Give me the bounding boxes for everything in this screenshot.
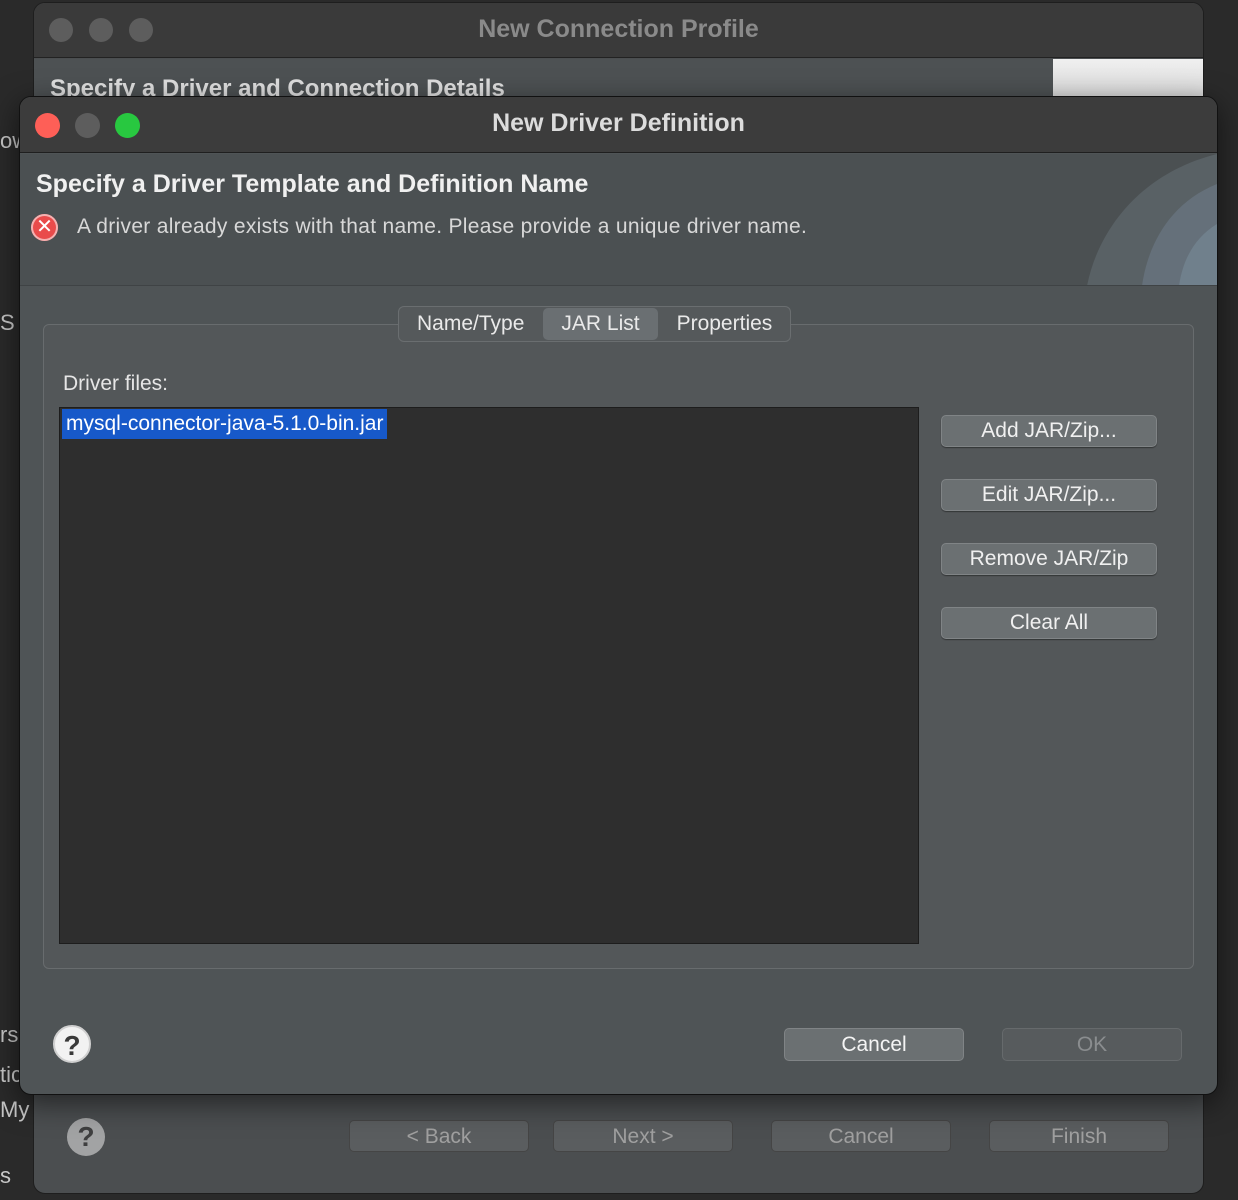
dialog-cancel-button[interactable]: Cancel bbox=[784, 1028, 964, 1061]
tab-properties[interactable]: Properties bbox=[659, 307, 791, 341]
connection-profile-footer: ? < Back Next > Cancel Finish bbox=[34, 1093, 1203, 1193]
edge-text-fragment: s bbox=[0, 1163, 11, 1188]
header-title: Specify a Driver Template and Definition… bbox=[36, 170, 589, 198]
banner-art-icon bbox=[1087, 154, 1217, 285]
back-button[interactable]: < Back bbox=[349, 1120, 529, 1152]
cancel-button[interactable]: Cancel bbox=[771, 1120, 951, 1152]
dialog-header: Specify a Driver Template and Definition… bbox=[20, 154, 1217, 286]
driver-files-label: Driver files: bbox=[63, 372, 169, 395]
connection-profile-titlebar: New Connection Profile bbox=[34, 3, 1203, 58]
jar-list-panel: Driver files: mysql-connector-java-5.1.0… bbox=[43, 324, 1194, 969]
new-driver-definition-dialog: New Driver Definition Specify a Driver T… bbox=[19, 96, 1218, 1095]
dialog-title: New Driver Definition bbox=[492, 109, 745, 137]
edit-jar-button[interactable]: Edit JAR/Zip... bbox=[941, 479, 1157, 511]
list-item[interactable]: mysql-connector-java-5.1.0-bin.jar bbox=[62, 409, 388, 439]
finish-button[interactable]: Finish bbox=[989, 1120, 1169, 1152]
tab-bar: Name/Type JAR List Properties bbox=[398, 306, 792, 342]
next-button[interactable]: Next > bbox=[553, 1120, 733, 1152]
tab-name-type[interactable]: Name/Type bbox=[399, 307, 542, 341]
error-message: A driver already exists with that name. … bbox=[77, 215, 808, 238]
ok-button[interactable]: OK bbox=[1002, 1028, 1182, 1061]
tab-jar-list[interactable]: JAR List bbox=[543, 308, 658, 340]
edge-text-fragment: rs bbox=[0, 1022, 19, 1047]
connection-profile-title: New Connection Profile bbox=[478, 15, 759, 43]
edge-text-fragment: My bbox=[0, 1097, 30, 1122]
remove-jar-button[interactable]: Remove JAR/Zip bbox=[941, 543, 1157, 575]
edge-text-fragment: S bbox=[0, 310, 15, 335]
add-jar-button[interactable]: Add JAR/Zip... bbox=[941, 415, 1157, 447]
driver-files-list[interactable]: mysql-connector-java-5.1.0-bin.jar bbox=[59, 407, 919, 944]
dialog-titlebar: New Driver Definition bbox=[20, 97, 1217, 153]
error-icon: ✕ bbox=[31, 214, 58, 241]
help-icon[interactable]: ? bbox=[53, 1025, 91, 1063]
clear-all-button[interactable]: Clear All bbox=[941, 607, 1157, 639]
help-icon[interactable]: ? bbox=[67, 1118, 105, 1156]
wizard-banner-image bbox=[1053, 59, 1203, 99]
